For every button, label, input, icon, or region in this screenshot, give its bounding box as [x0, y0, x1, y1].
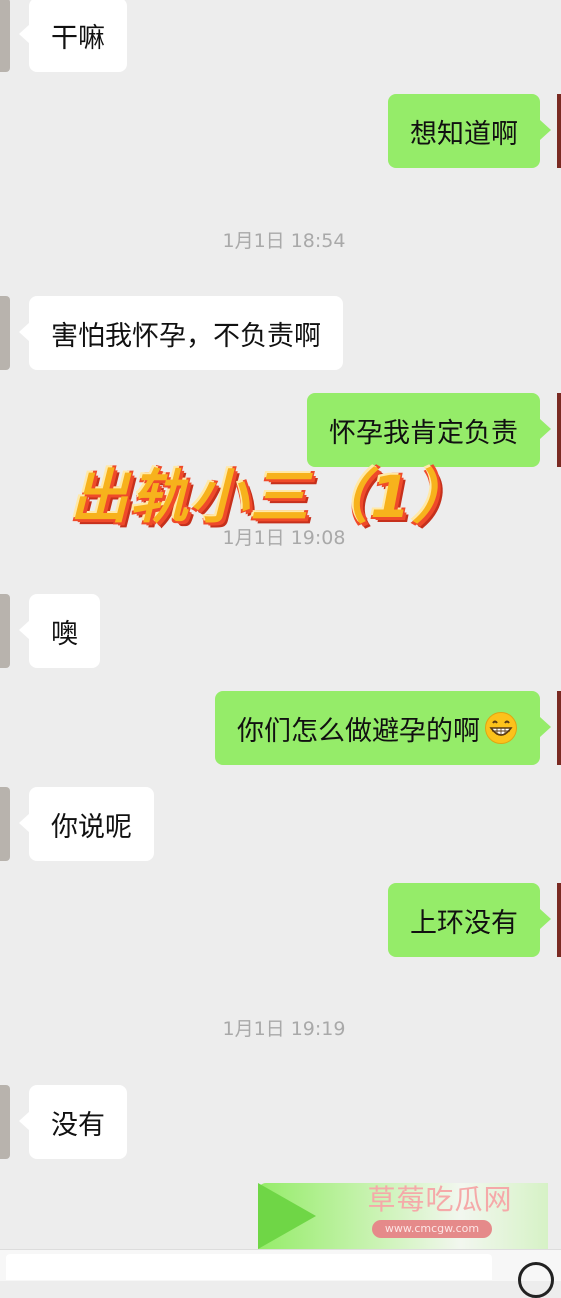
message-text: 你们怎么做避孕的啊 [237, 715, 480, 747]
voice-icon[interactable] [518, 1262, 554, 1298]
contact-avatar[interactable] [0, 0, 10, 72]
message-text: 噢 [51, 618, 78, 650]
message-text: 上环没有 [410, 907, 518, 939]
overlay-title: 出轨小三（1） [70, 463, 473, 531]
message-bubble-outgoing[interactable]: 想知道啊 [388, 94, 551, 168]
watermark-url: www.cmcgw.com [372, 1220, 492, 1238]
watermark-text: 草莓吃瓜网 [367, 1183, 513, 1216]
message-bubble-incoming[interactable]: 没有 [19, 1085, 127, 1159]
timestamp: 1月1日 19:19 [222, 1018, 346, 1040]
self-avatar[interactable] [557, 691, 561, 765]
timestamp: 1月1日 18:54 [222, 230, 346, 252]
self-avatar[interactable] [557, 94, 561, 168]
message-bubble-outgoing[interactable]: 你们怎么做避孕的啊 [215, 691, 551, 765]
message-text: 害怕我怀孕，不负责啊 [51, 320, 321, 352]
message-bubble-incoming[interactable]: 你说呢 [19, 787, 154, 861]
chat-area: 干嘛 想知道啊 1月1日 18:54 害怕我怀孕，不负责啊 怀孕我肯定负责 1月… [0, 0, 561, 1298]
message-text: 没有 [51, 1109, 105, 1141]
message-text: 怀孕我肯定负责 [329, 417, 518, 449]
contact-avatar[interactable] [0, 1085, 10, 1159]
message-text: 干嘛 [51, 22, 105, 54]
contact-avatar[interactable] [0, 296, 10, 370]
grinning-face-emoji [485, 712, 517, 744]
contact-avatar[interactable] [0, 594, 10, 668]
self-avatar[interactable] [557, 393, 561, 467]
message-bubble-incoming[interactable]: 噢 [19, 594, 100, 668]
message-bubble-outgoing[interactable]: 上环没有 [388, 883, 551, 957]
message-text: 你说呢 [51, 811, 132, 843]
message-bubble-tail [258, 1183, 316, 1249]
contact-avatar[interactable] [0, 787, 10, 861]
message-text: 想知道啊 [410, 118, 518, 150]
message-bubble-incoming[interactable]: 干嘛 [19, 0, 127, 72]
message-bubble-incoming[interactable]: 害怕我怀孕，不负责啊 [19, 296, 343, 370]
self-avatar[interactable] [557, 883, 561, 957]
message-input[interactable] [6, 1254, 492, 1280]
